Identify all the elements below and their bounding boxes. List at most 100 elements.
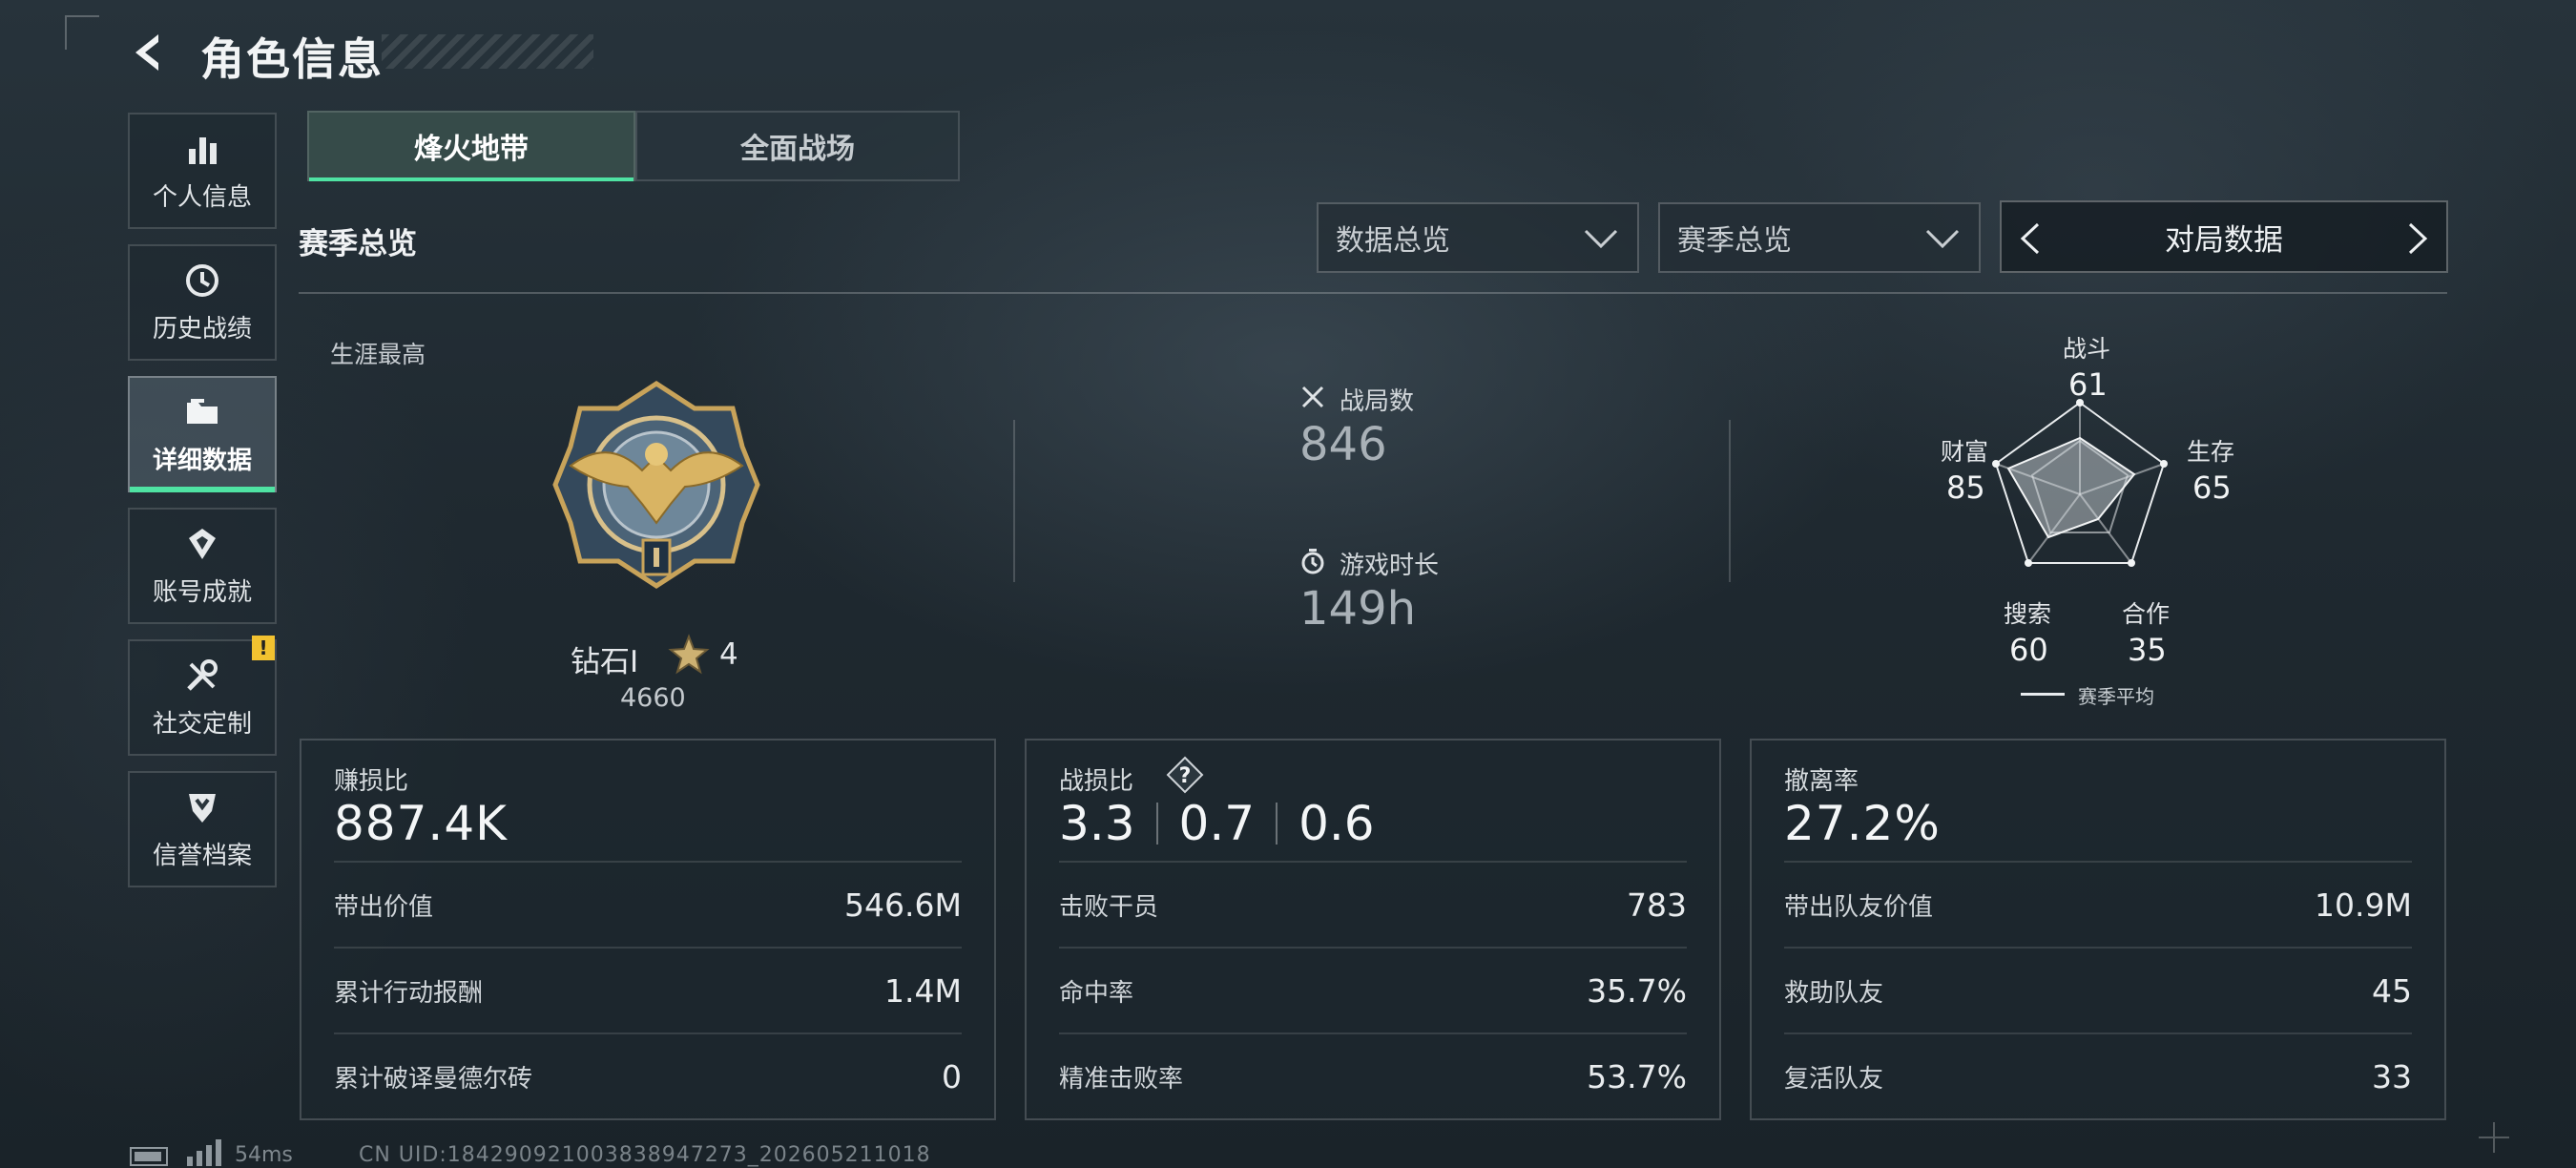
stat-row: 累计破译曼德尔砖 0	[334, 1032, 962, 1118]
legend-line	[2021, 693, 2065, 696]
stat-value: 783	[1627, 886, 1687, 924]
stat-row: 击败干员 783	[1059, 861, 1687, 947]
shield-icon	[189, 793, 216, 823]
stat-value: 0	[942, 1057, 962, 1095]
rank-name: 钻石Ⅰ	[571, 645, 639, 679]
wrench-icon	[187, 658, 218, 691]
stopwatch-icon	[1301, 549, 1324, 574]
help-icon[interactable]: ?	[1166, 756, 1204, 794]
stat-row: 带出队友价值 10.9M	[1784, 861, 2412, 947]
stat-key: 击败干员	[1059, 892, 1159, 922]
bar-chart-icon	[189, 136, 217, 164]
stat-key: 累计行动报酬	[334, 978, 484, 1008]
radar-label-cooperation: 合作	[2122, 600, 2171, 628]
radar-label-search: 搜索	[2004, 600, 2052, 628]
sidebar-item-personal-info[interactable]: 个人信息	[128, 113, 277, 229]
stat-key: 精准击败率	[1059, 1064, 1184, 1094]
stat-row: 救助队友 45	[1784, 947, 2412, 1032]
legend-label: 赛季平均	[2078, 685, 2154, 708]
title-decoration	[382, 34, 593, 69]
page-title: 角色信息	[200, 33, 384, 85]
stat-value: 33	[2372, 1057, 2412, 1095]
stat-key: 累计破译曼德尔砖	[334, 1064, 533, 1094]
switcher-label: 对局数据	[2165, 222, 2283, 258]
tab-full-battlefield[interactable]: 全面战场	[635, 111, 960, 181]
clock-icon	[186, 263, 218, 297]
corner-decoration	[65, 15, 99, 50]
stat-key: 带出队友价值	[1784, 892, 1934, 922]
rank-score: 4660	[620, 683, 686, 713]
chevron-down-icon	[1584, 229, 1618, 249]
svg-text:?: ?	[1179, 764, 1192, 788]
ability-radar-chart	[1992, 399, 2168, 567]
career-high-label: 生涯最高	[330, 341, 426, 368]
sidebar-item-label: 个人信息	[152, 182, 252, 212]
stat-key: 命中率	[1059, 978, 1134, 1008]
radar-value-cooperation: 35	[2128, 632, 2167, 668]
rank-star-count: 4	[719, 637, 738, 672]
star-icon	[668, 634, 710, 675]
sidebar-item-label: 详细数据	[152, 446, 252, 475]
playtime-label: 游戏时长	[1340, 552, 1440, 580]
stat-row: 带出价值 546.6M	[334, 861, 962, 947]
radar-label-combat: 战斗	[2063, 335, 2111, 363]
stat-value: 45	[2372, 971, 2412, 1010]
stat-row: 复活队友 33	[1784, 1032, 2412, 1118]
dropdown-value: 数据总览	[1336, 224, 1450, 258]
achievement-icon	[189, 528, 216, 559]
stat-value: 35.7%	[1587, 971, 1687, 1010]
stat-row: 累计行动报酬 1.4M	[334, 947, 962, 1032]
chevron-down-icon	[1925, 229, 1960, 249]
panel-title: 赚损比	[334, 767, 409, 796]
column-divider	[1013, 420, 1015, 582]
section-divider	[299, 292, 2447, 294]
battery-icon	[130, 1147, 168, 1166]
ping-value: 54ms	[235, 1143, 293, 1167]
kd-separator	[1276, 803, 1278, 845]
crossed-swords-icon	[1301, 386, 1324, 408]
stat-row: 命中率 35.7%	[1059, 947, 1687, 1032]
radar-value-combat: 61	[2068, 366, 2108, 403]
radar-value-search: 60	[2009, 632, 2048, 668]
panel-main-value: 887.4K	[334, 796, 508, 851]
sidebar-item-reputation[interactable]: 信誉档案	[128, 771, 277, 887]
folder-icon	[187, 398, 218, 424]
extraction-rate-panel: 撤离率 27.2% 带出队友价值 10.9M 救助队友 45 复活队友 33	[1750, 739, 2446, 1120]
stat-value: 53.7%	[1587, 1057, 1687, 1095]
data-overview-dropdown[interactable]: 数据总览	[1317, 202, 1639, 273]
panel-main-value: 27.2%	[1784, 796, 1941, 851]
kd-separator	[1155, 803, 1158, 845]
kd-value: 3.3	[1059, 796, 1135, 851]
playtime-value: 149h	[1299, 582, 1417, 636]
panel-title: 撤离率	[1784, 767, 1859, 796]
profit-ratio-panel: 赚损比 887.4K 带出价值 546.6M 累计行动报酬 1.4M 累计破译曼…	[300, 739, 996, 1120]
tab-warzone[interactable]: 烽火地带	[307, 111, 635, 181]
radar-value-wealth: 85	[1946, 469, 1985, 506]
sidebar-item-label: 账号成就	[152, 577, 252, 607]
stat-value: 1.4M	[884, 971, 962, 1010]
kd-values: 3.3 0.7 0.6	[1059, 796, 1375, 851]
user-uid: CN UID:184290921003838947273_20260521101…	[359, 1143, 931, 1167]
column-divider	[1729, 420, 1731, 582]
radar-value-survival: 65	[2192, 469, 2232, 506]
sidebar-item-achievements[interactable]: 账号成就	[128, 508, 277, 624]
radar-label-survival: 生存	[2187, 438, 2235, 466]
sidebar-item-history[interactable]: 历史战绩	[128, 244, 277, 361]
sidebar-item-detailed-data[interactable]: 详细数据	[128, 376, 277, 492]
stat-value: 10.9M	[2315, 886, 2412, 924]
kd-value: 0.7	[1178, 796, 1256, 851]
season-overview-dropdown[interactable]: 赛季总览	[1658, 202, 1981, 273]
stat-key: 救助队友	[1784, 978, 1884, 1008]
section-title: 赛季总览	[299, 227, 417, 261]
matches-label: 战局数	[1340, 387, 1415, 416]
chevron-right-icon[interactable]	[2402, 221, 2433, 256]
sidebar-item-label: 历史战绩	[152, 314, 252, 344]
kd-value: 0.6	[1298, 796, 1375, 851]
chevron-left-icon[interactable]	[2015, 221, 2046, 256]
sidebar-item-label: 社交定制	[152, 709, 252, 739]
stat-value: 546.6M	[844, 886, 962, 924]
kd-ratio-panel: 战损比 ? 3.3 0.7 0.6 击败干员 783 命中率 35.7% 精准击…	[1025, 739, 1721, 1120]
sidebar-item-label: 信誉档案	[152, 841, 252, 870]
notification-badge: !	[252, 636, 275, 660]
back-arrow-icon[interactable]	[126, 29, 174, 76]
